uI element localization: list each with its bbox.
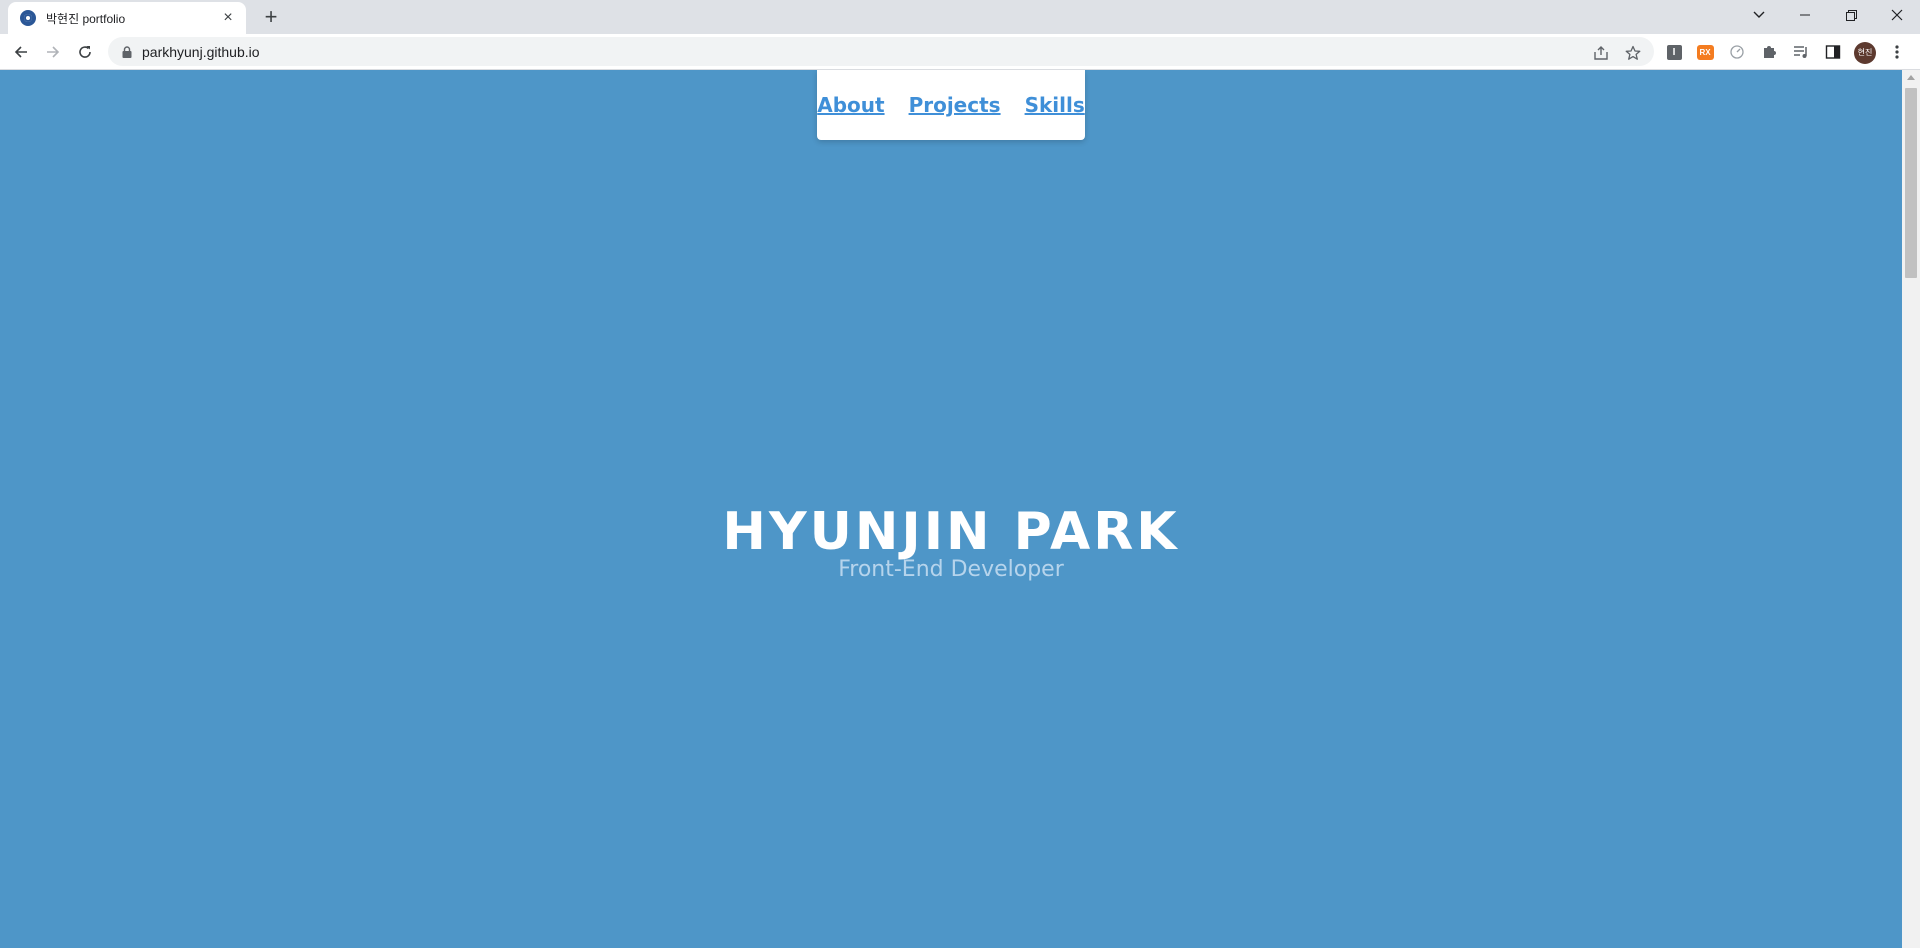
nav-link-projects[interactable]: Projects	[909, 93, 1001, 117]
browser-toolbar: parkhyunj.github.io I RX 현진	[0, 34, 1920, 70]
back-arrow-icon[interactable]	[7, 38, 35, 66]
tab-title: 박현진 portfolio	[46, 11, 126, 26]
lock-icon[interactable]	[120, 45, 134, 59]
nav-link-about[interactable]: About	[817, 93, 884, 117]
scrollbar-thumb[interactable]	[1905, 88, 1917, 278]
extension-i-icon[interactable]: I	[1665, 43, 1683, 61]
vertical-scrollbar[interactable]	[1902, 70, 1920, 948]
hero-section: HYUNJIN PARK Front-End Developer	[0, 502, 1902, 583]
page-viewport: About Projects Skills HYUNJIN PARK Front…	[0, 70, 1902, 948]
scroll-up-arrow-icon[interactable]	[1907, 75, 1915, 80]
nav-link-skills[interactable]: Skills	[1025, 93, 1085, 117]
restore-icon[interactable]	[1828, 0, 1874, 30]
reading-list-icon[interactable]	[1792, 43, 1810, 61]
reload-icon[interactable]	[71, 38, 99, 66]
minimize-icon[interactable]	[1782, 0, 1828, 30]
hero-role: Front-End Developer	[838, 557, 1064, 582]
hero-name: HYUNJIN PARK	[722, 502, 1180, 562]
tab-close-icon[interactable]: ×	[220, 10, 236, 26]
browser-tab-active[interactable]: 박현진 portfolio ×	[8, 2, 246, 34]
extensions-puzzle-icon[interactable]	[1760, 43, 1778, 61]
kebab-menu-icon[interactable]	[1888, 43, 1906, 61]
side-panel-icon[interactable]	[1824, 43, 1842, 61]
address-bar[interactable]: parkhyunj.github.io	[108, 37, 1654, 66]
share-icon[interactable]	[1592, 44, 1610, 62]
site-favicon-icon	[20, 10, 36, 26]
tab-strip: 박현진 portfolio × +	[0, 0, 1920, 34]
tab-search-chevron-down-icon[interactable]	[1736, 0, 1782, 30]
new-tab-button[interactable]: +	[258, 4, 284, 30]
site-navbar: About Projects Skills	[817, 70, 1085, 140]
close-window-icon[interactable]	[1874, 0, 1920, 30]
forward-arrow-icon[interactable]	[39, 38, 67, 66]
bookmark-star-icon[interactable]	[1624, 44, 1642, 62]
profile-avatar[interactable]: 현진	[1854, 42, 1876, 64]
extension-rx-icon[interactable]: RX	[1696, 43, 1714, 61]
extension-timer-icon[interactable]	[1728, 43, 1746, 61]
url-text: parkhyunj.github.io	[142, 43, 260, 60]
